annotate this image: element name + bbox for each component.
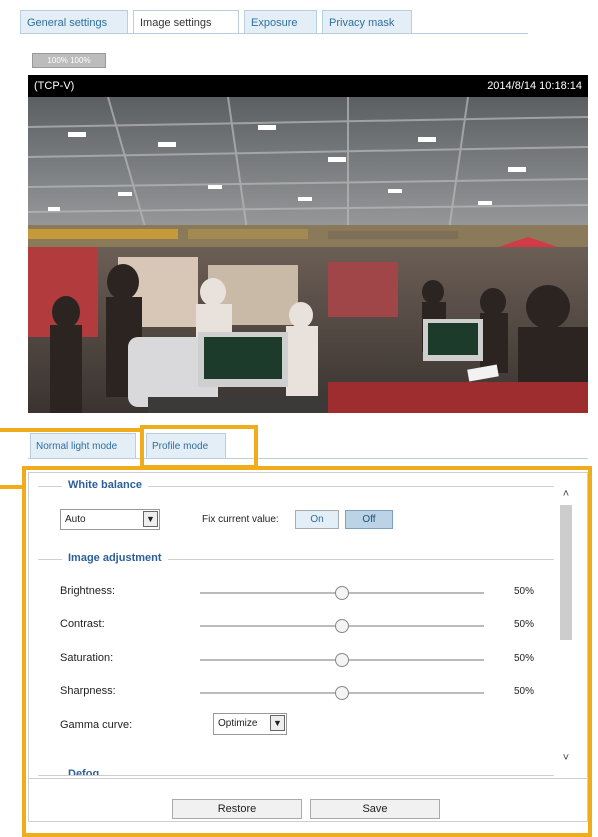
brightness-value: 50% xyxy=(514,586,535,597)
contrast-label: Contrast: xyxy=(60,618,105,630)
fix-current-value-label: Fix current value: xyxy=(202,514,279,525)
brightness-label: Brightness: xyxy=(60,585,116,597)
mode-tab-divider xyxy=(28,458,588,459)
white-balance-select-value: Auto xyxy=(65,514,86,525)
saturation-value: 50% xyxy=(514,653,535,664)
wb-off-button[interactable]: Off xyxy=(345,510,393,529)
tab-general-settings[interactable]: General settings xyxy=(20,10,128,34)
chevron-down-icon: ▼ xyxy=(270,715,285,731)
wb-on-button[interactable]: On xyxy=(295,510,339,529)
white-balance-select[interactable]: Auto ▼ xyxy=(60,509,160,530)
tab-normal-light-mode[interactable]: Normal light mode xyxy=(30,433,136,459)
gamma-curve-label: Gamma curve: xyxy=(60,719,133,731)
contrast-slider-thumb[interactable] xyxy=(335,619,349,633)
white-balance-title: White balance xyxy=(62,479,148,491)
defog-title: Defog xyxy=(62,767,106,775)
callout-line xyxy=(0,428,140,432)
tab-privacy-mask[interactable]: Privacy mask xyxy=(322,10,412,34)
image-adjustment-title: Image adjustment xyxy=(62,552,168,564)
chevron-down-icon[interactable]: ˅ xyxy=(560,751,572,765)
callout-line xyxy=(0,485,24,489)
tab-image-settings[interactable]: Image settings xyxy=(133,10,239,34)
gamma-curve-select[interactable]: Optimize ▼ xyxy=(213,713,287,735)
section-divider xyxy=(38,775,554,776)
contrast-value: 50% xyxy=(514,619,535,630)
chevron-down-icon: ▼ xyxy=(143,511,158,527)
tab-exposure[interactable]: Exposure xyxy=(244,10,317,34)
gamma-curve-select-value: Optimize xyxy=(218,718,258,729)
save-button[interactable]: Save xyxy=(310,799,440,819)
scrollbar-thumb[interactable] xyxy=(560,505,572,640)
panel-footer-divider xyxy=(29,778,587,779)
sharpness-value: 50% xyxy=(514,686,535,697)
sharpness-label: Sharpness: xyxy=(60,685,116,697)
restore-button[interactable]: Restore xyxy=(172,799,302,819)
video-title-bar: (TCP-V) 2014/8/14 10:18:14 xyxy=(28,75,588,97)
live-video-image xyxy=(28,97,588,413)
saturation-label: Saturation: xyxy=(60,652,114,664)
panel-scrollbar[interactable]: ˄ ˅ xyxy=(558,487,574,767)
chevron-up-icon[interactable]: ˄ xyxy=(560,487,572,501)
saturation-slider-thumb[interactable] xyxy=(335,653,349,667)
zoom-indicator: 100% 100% xyxy=(32,53,106,68)
stream-label: (TCP-V) xyxy=(34,80,75,92)
tab-divider xyxy=(20,33,528,34)
video-timestamp: 2014/8/14 10:18:14 xyxy=(487,80,582,92)
tab-profile-mode[interactable]: Profile mode xyxy=(146,433,226,459)
sharpness-slider-thumb[interactable] xyxy=(335,686,349,700)
brightness-slider-thumb[interactable] xyxy=(335,586,349,600)
